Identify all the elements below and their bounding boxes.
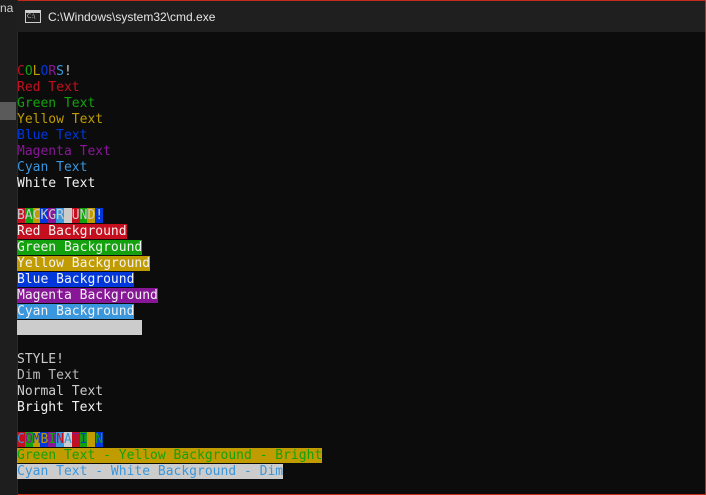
console-text-segment: Blue Text	[17, 128, 88, 143]
console-line: Cyan Text - White Background - Dim	[17, 464, 702, 480]
console-text-segment: Yellow Text	[17, 112, 104, 127]
console-output[interactable]: COLORS! Red Text Green Text Yellow Text Blue…	[17, 64, 702, 480]
console-text-segment: O	[24, 432, 33, 447]
console-text-segment: G	[48, 208, 57, 223]
console-text-segment: R	[56, 208, 64, 223]
console-text-segment: Cyan Background	[17, 304, 135, 319]
background-window-strip[interactable]: na	[0, 0, 18, 495]
console-text-segment: Cyan Text - White Background - Dim	[17, 464, 284, 479]
console-text-segment: Bright Text	[17, 400, 104, 415]
console-line: Blue Text	[17, 128, 702, 144]
console-text-segment: Red Text	[17, 80, 80, 95]
console-text-segment: Green Background	[17, 240, 143, 255]
console-text-segment: Dim Text	[17, 368, 80, 383]
console-text-segment: STYLE!	[17, 352, 64, 367]
window-title: C:\Windows\system32\cmd.exe	[48, 9, 216, 24]
console-line: Yellow Text	[17, 112, 702, 128]
console-text-segment: Yellow Background	[17, 256, 151, 271]
console-text-segment: Green Text	[17, 96, 96, 111]
console-line: STYLE!	[17, 352, 702, 368]
console-text-segment: !	[95, 208, 104, 223]
console-line: Red Background	[17, 224, 702, 240]
console-text-segment: C	[17, 64, 25, 79]
console-line: Red Text	[17, 80, 702, 96]
console-text-segment: I	[48, 432, 57, 447]
console-line: Yellow Background	[17, 256, 702, 272]
console-text-segment: N	[95, 432, 104, 447]
console-text-segment: A	[63, 432, 72, 447]
console-text-segment: White Text	[17, 176, 96, 191]
console-text-segment	[17, 320, 143, 335]
console-line: White Text	[17, 176, 702, 192]
console-text-segment	[63, 208, 72, 223]
console-line: Green Background	[17, 240, 702, 256]
console-text-segment: Normal Text	[17, 384, 104, 399]
title-bar[interactable]: C:\Windows\system32\cmd.exe	[17, 1, 705, 32]
console-line: Blue Background	[17, 272, 702, 288]
background-window-marker	[0, 102, 16, 120]
console-line: Cyan Text	[17, 160, 702, 176]
console-line: Magenta Text	[17, 144, 702, 160]
console-line: COLORS!	[17, 64, 702, 80]
console-line: Magenta Background	[17, 288, 702, 304]
console-text-segment: A	[24, 208, 33, 223]
cmd-icon	[25, 10, 41, 23]
console-text-segment: S	[56, 64, 64, 79]
console-line: Green Text	[17, 96, 702, 112]
console-text-segment: C	[17, 432, 25, 447]
console-text-segment: T	[71, 432, 80, 447]
background-window-text: na	[0, 1, 14, 15]
console-line: Dim Text	[17, 368, 702, 384]
console-line: BACKGR UND!	[17, 208, 702, 224]
console-line	[17, 320, 702, 336]
console-text-segment: O	[24, 64, 33, 79]
console-text-segment: Cyan Text	[17, 160, 88, 175]
console-line: Cyan Background	[17, 304, 702, 320]
console-text-segment: N	[56, 432, 64, 447]
console-text-segment: R	[48, 64, 57, 79]
console-line: Bright Text	[17, 400, 702, 416]
console-line: COMBINATION	[17, 432, 702, 448]
console-text-segment: Magenta Background	[17, 288, 158, 303]
console-text-segment: !	[63, 64, 72, 79]
console-text-segment: Blue Background	[17, 272, 135, 287]
console-line: Green Text - Yellow Background - Bright	[17, 448, 702, 464]
console-text-segment: Green Text - Yellow Background - Bright	[17, 448, 323, 463]
console-text-segment: Red Background	[17, 224, 127, 239]
console-line: Normal Text	[17, 384, 702, 400]
console-text-segment: U	[71, 208, 80, 223]
console-text-segment: B	[17, 208, 25, 223]
console-text-segment: Magenta Text	[17, 144, 111, 159]
